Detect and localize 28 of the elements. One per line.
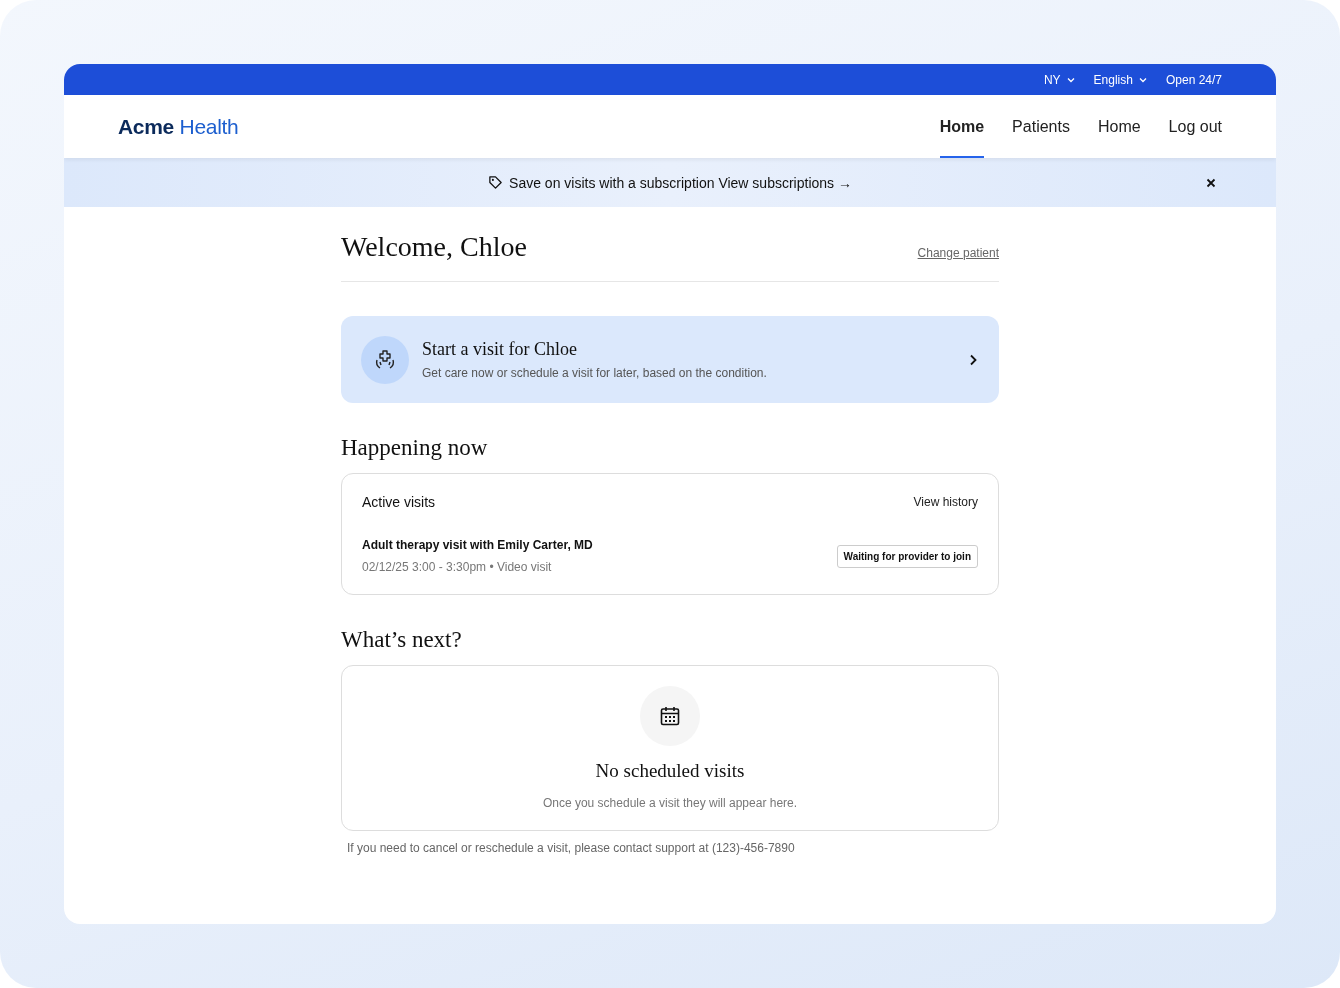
- dropdown-button[interactable]: NY: [1043, 72, 1076, 87]
- logo[interactable]: Acme Health: [118, 114, 239, 139]
- care-hands-icon: [361, 335, 409, 384]
- chevron-right-icon: [969, 353, 977, 366]
- view-history-link[interactable]: View history: [913, 495, 978, 509]
- empty-state-title: No scheduled visits: [595, 760, 745, 782]
- start-visit-card[interactable]: Start a visit for Chloe Get care now or schedule a visit for later, based on the condition.: [341, 316, 999, 403]
- status-badge: Waiting for provider to join: [836, 544, 978, 568]
- tag-icon: [488, 175, 504, 190]
- visit-title: Adult therapy visit with Emily Carter, MD: [362, 538, 593, 552]
- section-heading: Happening now: [341, 435, 489, 461]
- dropdown-button[interactable]: English: [1093, 72, 1148, 87]
- empty-state-text: Once you schedule a visit they will appear here.: [542, 796, 798, 810]
- card-title: Active visits: [362, 494, 436, 510]
- support-note: If you need to cancel or reschedule a visit, please contact support at (123)-456-7890: [347, 841, 796, 855]
- welcome-heading: Welcome, Chloe: [341, 231, 527, 263]
- nav-link[interactable]: Log out: [1168, 95, 1222, 158]
- start-visit-title: Start a visit for Chloe: [422, 339, 578, 360]
- nav-link[interactable]: Home: [1097, 95, 1141, 158]
- close-button[interactable]: [1204, 176, 1218, 190]
- visit-details: 02/12/25 3:00 - 3:30pm • Video visit: [362, 560, 553, 574]
- hours-text: Open 24/7: [1165, 72, 1222, 87]
- nav-link[interactable]: Patients: [1012, 95, 1070, 158]
- section-heading: What’s next?: [341, 627, 463, 653]
- change-patient-link[interactable]: Change patient: [917, 246, 999, 260]
- start-visit-description: Get care now or schedule a visit for later, based on the condition.: [422, 366, 768, 380]
- promo-text: Save on visits with a subscription View subscriptions →: [509, 174, 852, 191]
- subscriptions-link[interactable]: View subscriptions →: [718, 174, 852, 191]
